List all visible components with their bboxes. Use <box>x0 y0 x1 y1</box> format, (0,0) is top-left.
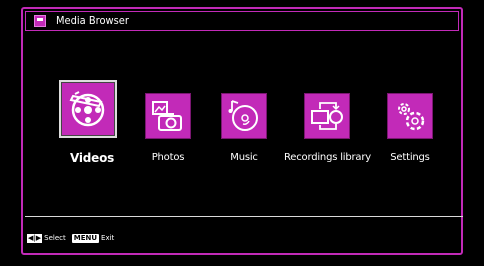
gears-icon <box>398 103 425 131</box>
film-reel-icon <box>69 91 105 127</box>
photos-tile[interactable] <box>145 93 191 139</box>
camera-photo-icon <box>152 101 182 131</box>
left-right-keys-icon: ◀|▶ <box>27 233 43 243</box>
footer-divider <box>25 216 463 217</box>
recordings-icon <box>311 102 343 130</box>
recordings-library-label[interactable]: Recordings library <box>284 152 371 164</box>
settings-label[interactable]: Settings <box>390 152 430 164</box>
music-label[interactable]: Music <box>229 152 259 164</box>
window-title: Media Browser <box>56 14 129 27</box>
recordings-library-tile[interactable] <box>304 93 350 139</box>
media-browser-icon <box>34 15 46 27</box>
title-bar: Media Browser <box>25 11 459 31</box>
menu-key-icon: MENU <box>71 233 100 243</box>
exit-hint: Exit <box>101 234 115 242</box>
videos-label[interactable]: Videos <box>70 152 114 164</box>
videos-tile[interactable] <box>59 80 117 138</box>
photos-label[interactable]: Photos <box>150 152 186 164</box>
select-hint: Select <box>44 234 66 242</box>
footer-hints: ◀|▶ Select MENU Exit <box>27 232 120 244</box>
music-tile[interactable] <box>221 93 267 139</box>
settings-tile[interactable] <box>387 93 433 139</box>
music-disc-icon <box>228 100 258 131</box>
